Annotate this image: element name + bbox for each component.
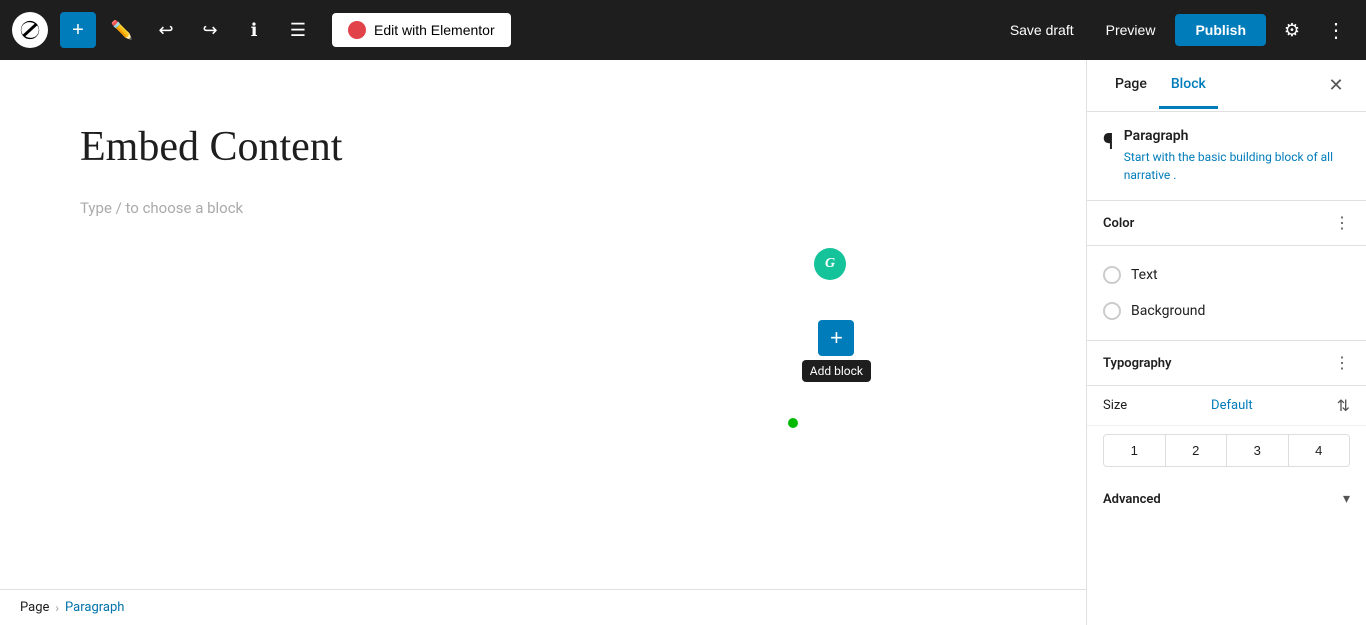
toolbar: + ✏️ ↩ ↪ ℹ ☰ Edit with Elementor Save dr… <box>0 0 1366 60</box>
color-background-label: Background <box>1131 303 1205 319</box>
breadcrumb: Page › Paragraph <box>0 589 1086 625</box>
paragraph-description: Start with the basic building block of a… <box>1124 148 1350 184</box>
editor-content[interactable]: Embed Content Type / to choose a block +… <box>0 60 1086 589</box>
paragraph-icon: ¶ <box>1103 130 1114 155</box>
add-block-inline-button[interactable]: + <box>818 320 854 356</box>
edit-elementor-label: Edit with Elementor <box>374 22 495 38</box>
page-title: Embed Content <box>80 120 1006 175</box>
typography-section: Typography ⋮ Size Default ⇅ 1 2 3 4 <box>1087 341 1366 479</box>
breadcrumb-page[interactable]: Page <box>20 600 49 615</box>
paragraph-section: ¶ Paragraph Start with the basic buildin… <box>1087 112 1366 201</box>
preview-button[interactable]: Preview <box>1094 14 1168 46</box>
wp-logo[interactable] <box>12 12 48 48</box>
grammarly-icon <box>814 248 846 280</box>
sidebar: Page Block ✕ ¶ Paragraph Start with the … <box>1086 60 1366 625</box>
editor-area: Embed Content Type / to choose a block +… <box>0 60 1086 625</box>
breadcrumb-separator: › <box>55 601 59 615</box>
color-section-header: Color ⋮ <box>1087 201 1366 246</box>
sidebar-close-button[interactable]: ✕ <box>1322 72 1350 100</box>
paragraph-desc-after: . <box>1173 168 1176 182</box>
color-section: Color ⋮ Text Background <box>1087 201 1366 341</box>
advanced-section-header[interactable]: Advanced ▾ <box>1087 479 1366 519</box>
size-buttons: 1 2 3 4 <box>1103 434 1350 467</box>
color-text-option[interactable]: Text <box>1103 258 1350 292</box>
plus-icon: + <box>830 327 843 349</box>
sidebar-header: Page Block ✕ <box>1087 60 1366 112</box>
color-background-radio[interactable] <box>1103 302 1121 320</box>
redo-button[interactable]: ↪ <box>192 12 228 48</box>
color-more-button[interactable]: ⋮ <box>1334 213 1350 233</box>
more-options-button[interactable]: ⋮ <box>1318 14 1354 47</box>
save-draft-button[interactable]: Save draft <box>998 14 1086 46</box>
size-button-4[interactable]: 4 <box>1289 435 1350 466</box>
size-button-2[interactable]: 2 <box>1166 435 1228 466</box>
color-background-option[interactable]: Background <box>1103 294 1350 328</box>
block-placeholder[interactable]: Type / to choose a block <box>80 199 1006 217</box>
add-block-button[interactable]: + <box>60 12 96 48</box>
green-status-dot <box>788 418 798 428</box>
edit-pen-button[interactable]: ✏️ <box>104 12 140 48</box>
typography-section-title: Typography <box>1103 356 1172 371</box>
paragraph-header: ¶ Paragraph Start with the basic buildin… <box>1103 128 1350 184</box>
size-value: Default <box>1211 398 1253 413</box>
add-block-area: + Add block <box>802 320 871 382</box>
paragraph-title: Paragraph <box>1124 128 1350 144</box>
paragraph-info: Paragraph Start with the basic building … <box>1124 128 1350 184</box>
settings-button[interactable]: ⚙ <box>1274 12 1310 48</box>
publish-button[interactable]: Publish <box>1175 14 1266 46</box>
color-section-title: Color <box>1103 216 1134 231</box>
color-text-label: Text <box>1131 267 1158 283</box>
tab-block[interactable]: Block <box>1159 62 1218 109</box>
typography-more-button[interactable]: ⋮ <box>1334 353 1350 373</box>
main-area: Embed Content Type / to choose a block +… <box>0 60 1366 625</box>
list-view-button[interactable]: ☰ <box>280 12 316 48</box>
advanced-chevron-icon: ▾ <box>1343 491 1350 507</box>
breadcrumb-current[interactable]: Paragraph <box>65 600 124 615</box>
size-button-3[interactable]: 3 <box>1227 435 1289 466</box>
size-controls-icon[interactable]: ⇅ <box>1337 396 1350 415</box>
size-button-1[interactable]: 1 <box>1104 435 1166 466</box>
size-row: Size Default ⇅ <box>1087 386 1366 426</box>
advanced-section: Advanced ▾ <box>1087 479 1366 519</box>
color-text-radio[interactable] <box>1103 266 1121 284</box>
elementor-logo <box>348 21 366 39</box>
paragraph-desc-before: Start with the basic building block of <box>1124 150 1318 164</box>
add-block-tooltip: Add block <box>802 360 871 382</box>
edit-elementor-button[interactable]: Edit with Elementor <box>332 13 511 47</box>
advanced-section-title: Advanced <box>1103 492 1161 507</box>
info-button[interactable]: ℹ <box>236 12 272 48</box>
color-options: Text Background <box>1087 246 1366 341</box>
typography-section-header: Typography ⋮ <box>1087 341 1366 386</box>
undo-button[interactable]: ↩ <box>148 12 184 48</box>
tab-page[interactable]: Page <box>1103 62 1159 109</box>
size-label: Size <box>1103 398 1127 413</box>
